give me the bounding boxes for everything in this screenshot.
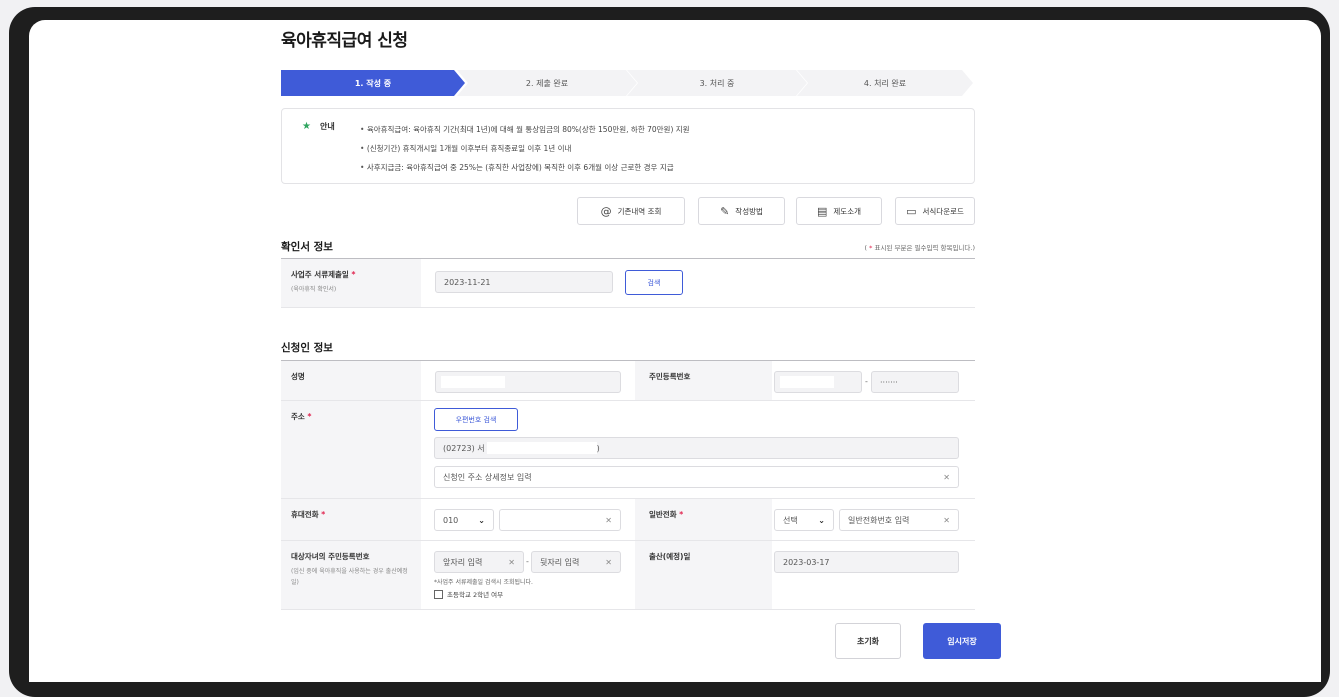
address-field[interactable]: (02723) 서 ) <box>434 437 959 459</box>
child-rrn-back-input[interactable]: 뒷자리 입력 ✕ <box>531 551 621 573</box>
child-rrn-note: *사업주 서류제출일 검색시 조회됩니다. <box>434 579 533 586</box>
mobile-label-text: 휴대전화 <box>291 510 319 519</box>
submit-date-row: 사업주 서류제출일 * (육아휴직 확인서) 2023-11-21 검색 <box>281 258 975 308</box>
reset-button[interactable]: 초기화 <box>835 623 901 659</box>
notice-label: 안내 <box>320 122 335 131</box>
rrn-redaction <box>780 376 834 388</box>
at-icon: @ <box>600 204 612 218</box>
address-value: (02723) 서 <box>443 443 485 453</box>
name-label: 성명 <box>281 361 421 400</box>
download-label: 서식다운로드 <box>922 206 964 216</box>
required-star: * <box>321 510 326 519</box>
address-label-text: 주소 <box>291 412 305 421</box>
submit-date-value: 2023-11-21 <box>444 277 491 287</box>
temp-save-button[interactable]: 임시저장 <box>923 623 1001 659</box>
megaphone-icon: ★ <box>302 121 311 132</box>
clear-icon[interactable]: ✕ <box>605 558 612 567</box>
intro-label: 제도소개 <box>833 206 861 216</box>
toolbar: @ 기존내역 조회 ✎ 작성방법 ▤ 제도소개 ▭ 서식다운로드 <box>281 197 975 225</box>
rrn-back-field[interactable]: ······· <box>871 371 959 393</box>
submit-date-label: 사업주 서류제출일 * (육아휴직 확인서) <box>281 259 421 307</box>
name-row: 성명 주민등록번호 - ······· <box>281 360 975 401</box>
child-rrn-dash: - <box>526 557 529 566</box>
step-3: 3. 처리 중 <box>627 70 807 96</box>
birth-date-field[interactable]: 2023-03-17 <box>774 551 959 573</box>
step-4: 4. 처리 완료 <box>797 70 973 96</box>
notice-line: (신청기간) 휴직개시일 1개월 이후부터 휴직종료일 이후 1년 이내 <box>360 139 690 158</box>
required-star: * <box>679 510 684 519</box>
intro-button[interactable]: ▤ 제도소개 <box>796 197 882 225</box>
clear-icon[interactable]: ✕ <box>508 558 515 567</box>
rrn-label: 주민등록번호 <box>635 361 772 400</box>
phone-label: 일반전화 * <box>635 499 772 540</box>
address-label: 주소 * <box>281 401 421 498</box>
document-search-icon: ▤ <box>816 204 828 218</box>
birth-label: 출산(예정)일 <box>635 541 772 609</box>
notice-line: 육아휴직급여: 육아휴직 기간(최대 1년)에 대해 월 통상임금의 80%(상… <box>360 120 690 139</box>
download-button[interactable]: ▭ 서식다운로드 <box>895 197 975 225</box>
mobile-prefix-select[interactable]: 010 ⌄ <box>434 509 494 531</box>
child-rrn-label: 대상자녀의 주민등록번호 (임신 중에 육아휴직을 사용하는 경우 출산예정일) <box>281 541 421 609</box>
history-label: 기존내역 조회 <box>617 206 662 216</box>
zip-search-button[interactable]: 우편번호 검색 <box>434 408 518 431</box>
clear-icon[interactable]: ✕ <box>943 473 950 482</box>
chevron-down-icon: ⌄ <box>818 515 825 525</box>
notice-lines: 육아휴직급여: 육아휴직 기간(최대 1년)에 대해 월 통상임금의 80%(상… <box>360 120 690 177</box>
grade2-label: 초등학교 2학년 여부 <box>447 591 504 599</box>
mobile-number-input[interactable]: ✕ <box>499 509 621 531</box>
submit-date-search-button[interactable]: 검색 <box>625 270 683 295</box>
confirm-section-title: 확인서 정보 <box>281 241 333 253</box>
required-note-text: 표시된 부분은 필수입력 항목입니다. <box>874 244 973 252</box>
submit-date-sublabel: (육아휴직 확인서) <box>291 286 337 293</box>
required-star: * <box>351 270 356 279</box>
clear-icon[interactable]: ✕ <box>605 516 612 525</box>
phone-number-input[interactable]: 일반전화번호 입력 ✕ <box>839 509 959 531</box>
notice-line: 사후지급금: 육아휴직급여 중 25%는 (휴직한 사업장에) 복직한 이후 6… <box>360 158 690 177</box>
grade2-checkbox[interactable]: 초등학교 2학년 여부 <box>434 589 503 599</box>
address-redaction <box>486 442 597 454</box>
screen: 육아휴직급여 신청 4. 처리 완료 3. 처리 중 2. 제출 완료 1. 작… <box>29 20 1321 682</box>
notice-box: ★ 안내 육아휴직급여: 육아휴직 기간(최대 1년)에 대해 월 통상임금의 … <box>281 108 975 184</box>
address-tail: ) <box>596 443 600 453</box>
mobile-prefix-value: 010 <box>443 515 459 525</box>
child-rrn-row: 대상자녀의 주민등록번호 (임신 중에 육아휴직을 사용하는 경우 출산예정일)… <box>281 541 975 610</box>
howto-button[interactable]: ✎ 작성방법 <box>698 197 785 225</box>
address-row: 주소 * 우편번호 검색 (02723) 서 ) 신청인 주소 상세정보 입력 … <box>281 401 975 499</box>
address-detail-input[interactable]: 신청인 주소 상세정보 입력 ✕ <box>434 466 959 488</box>
phone-area-select[interactable]: 선택 ⌄ <box>774 509 834 531</box>
progress-steps: 4. 처리 완료 3. 처리 중 2. 제출 완료 1. 작성 중 <box>281 70 973 96</box>
rrn-dash: - <box>865 377 868 386</box>
page-title: 육아휴직급여 신청 <box>281 31 408 51</box>
child-rrn-front-input[interactable]: 앞자리 입력 ✕ <box>434 551 524 573</box>
phone-select-value: 선택 <box>783 515 798 525</box>
child-rrn-sublabel: (임신 중에 육아휴직을 사용하는 경우 출산예정일) <box>291 568 408 586</box>
child-back-placeholder: 뒷자리 입력 <box>540 557 580 567</box>
applicant-section-title: 신청인 정보 <box>281 342 333 354</box>
pencil-icon: ✎ <box>720 204 730 218</box>
phone-label-text: 일반전화 <box>649 510 677 519</box>
monitor-icon: ▭ <box>906 204 917 218</box>
device-frame: 육아휴직급여 신청 4. 처리 완료 3. 처리 중 2. 제출 완료 1. 작… <box>9 7 1330 697</box>
history-button[interactable]: @ 기존내역 조회 <box>577 197 685 225</box>
step-2: 2. 제출 완료 <box>457 70 637 96</box>
required-star: * <box>869 244 873 252</box>
phone-row: 휴대전화 * 010 ⌄ ✕ 일반전화 * 선택 ⌄ 일반전화번호 입력 ✕ <box>281 499 975 541</box>
submit-date-label-text: 사업주 서류제출일 <box>291 270 349 279</box>
checkbox-box[interactable] <box>434 589 443 599</box>
clear-icon[interactable]: ✕ <box>943 516 950 525</box>
chevron-down-icon: ⌄ <box>478 515 485 525</box>
required-star: * <box>307 412 312 421</box>
rrn-back-value: ······· <box>880 377 898 387</box>
address-detail-placeholder: 신청인 주소 상세정보 입력 <box>443 472 532 482</box>
birth-date-value: 2023-03-17 <box>783 557 830 567</box>
child-front-placeholder: 앞자리 입력 <box>443 557 483 567</box>
child-rrn-label-text: 대상자녀의 주민등록번호 <box>291 552 370 561</box>
howto-label: 작성방법 <box>735 206 763 216</box>
required-note: ( * 표시된 부분은 필수입력 항목입니다.) <box>864 244 975 252</box>
step-1-active: 1. 작성 중 <box>281 70 465 96</box>
name-redaction <box>441 376 505 388</box>
submit-date-field[interactable]: 2023-11-21 <box>435 271 613 293</box>
mobile-label: 휴대전화 * <box>281 499 421 540</box>
phone-placeholder: 일반전화번호 입력 <box>848 515 910 525</box>
